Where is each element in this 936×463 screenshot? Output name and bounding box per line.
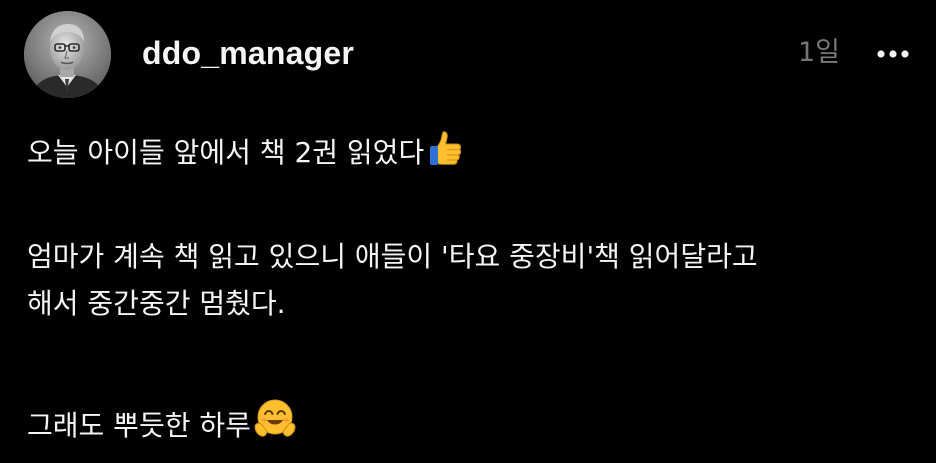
post-line-2: 엄마가 계속 책 읽고 있으니 애들이 '타요 중장비'책 읽어달라고 (27, 240, 758, 273)
avatar[interactable] (24, 11, 111, 98)
post-line-3: 해서 중간중간 멈췄다. (27, 287, 286, 320)
hugging-face-emoji-icon (253, 397, 297, 441)
post-line-4-text: 그래도 뿌듯한 하루 (27, 409, 251, 442)
username[interactable]: ddo_manager (142, 33, 354, 73)
ellipsis-icon (877, 50, 909, 58)
post-line-1-text: 오늘 아이들 앞에서 책 2권 읽었다 (27, 136, 425, 169)
post-line-1: 오늘 아이들 앞에서 책 2권 읽었다 (27, 128, 466, 173)
post-timestamp: 1일 (798, 37, 841, 68)
thumbs-up-emoji-icon (426, 128, 466, 168)
profile-photo-icon (24, 11, 111, 98)
post-line-4: 그래도 뿌듯한 하루 (27, 397, 297, 446)
more-options-button[interactable] (873, 36, 913, 72)
thread-post: ddo_manager 1일 오늘 아이들 앞에서 책 2권 읽었다 엄마가 계… (0, 0, 936, 463)
